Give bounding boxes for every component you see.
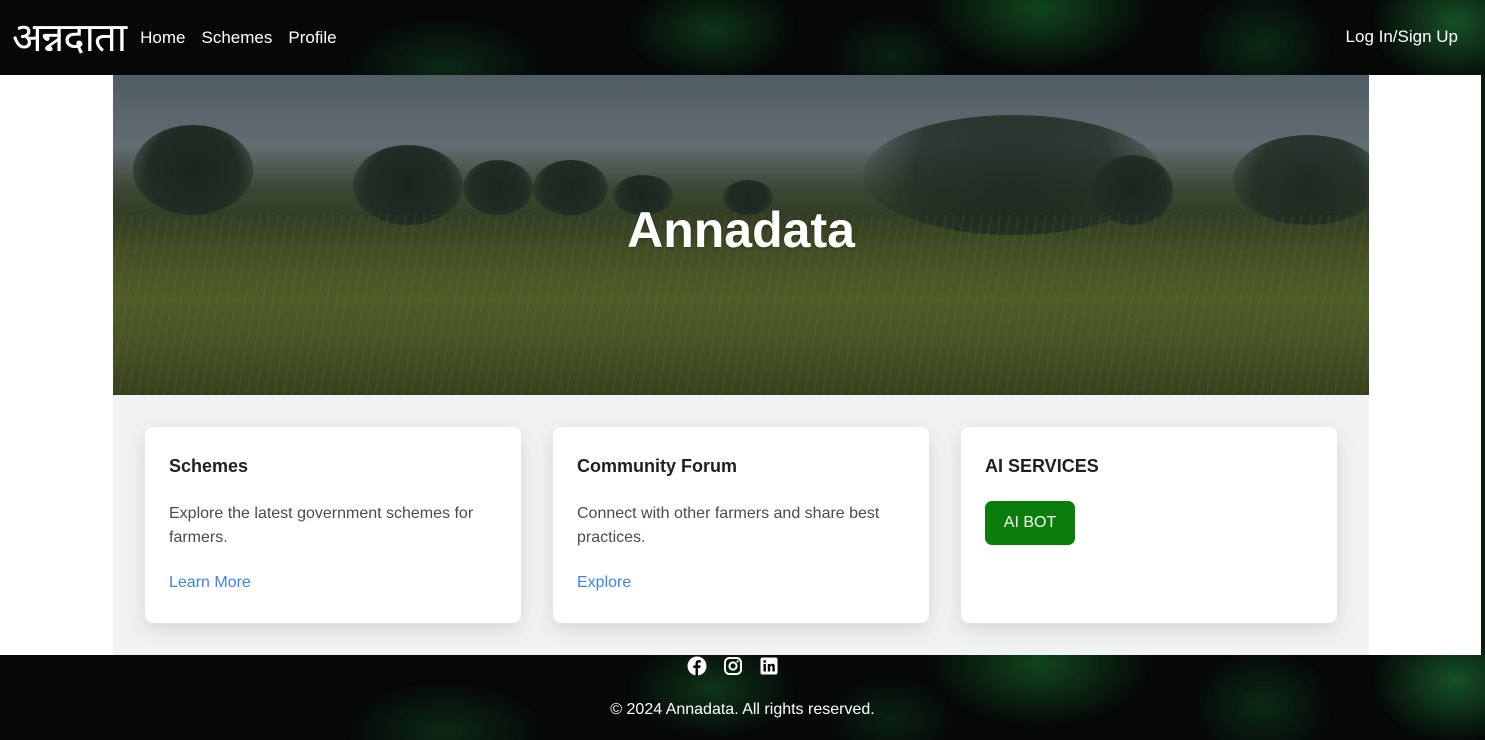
page-margin-left bbox=[0, 75, 113, 655]
community-forum-card: Community Forum Connect with other farme… bbox=[553, 427, 929, 623]
site-logo[interactable]: अन्नदाता bbox=[12, 18, 127, 58]
hero-banner: Annadata bbox=[113, 75, 1369, 395]
card-description: Connect with other farmers and share bes… bbox=[577, 505, 880, 546]
ai-services-card: AI SERVICES AI BOT bbox=[961, 427, 1337, 623]
card-title: Community Forum bbox=[577, 456, 737, 476]
linkedin-icon[interactable] bbox=[759, 656, 779, 676]
card-description: Explore the latest government schemes fo… bbox=[169, 505, 474, 546]
learn-more-link[interactable]: Learn More bbox=[169, 574, 497, 592]
hero-title: Annadata bbox=[627, 202, 855, 258]
nav-home[interactable]: Home bbox=[140, 28, 185, 48]
schemes-card: Schemes Explore the latest government sc… bbox=[145, 427, 521, 623]
ai-bot-button[interactable]: AI BOT bbox=[985, 501, 1075, 545]
page-edge bbox=[1481, 75, 1485, 655]
site-header: अन्नदाता Home Schemes Profile Log In/Sig… bbox=[0, 0, 1485, 75]
copyright-text: © 2024 Annadata. All rights reserved. bbox=[610, 701, 875, 718]
explore-link[interactable]: Explore bbox=[577, 574, 905, 592]
instagram-icon[interactable] bbox=[723, 656, 743, 676]
card-title: Schemes bbox=[169, 456, 249, 476]
nav-profile[interactable]: Profile bbox=[288, 28, 336, 48]
site-footer: © 2024 Annadata. All rights reserved. bbox=[0, 655, 1485, 740]
card-title: AI SERVICES bbox=[985, 456, 1099, 476]
main-nav: Home Schemes Profile bbox=[140, 28, 352, 48]
nav-schemes[interactable]: Schemes bbox=[201, 28, 272, 48]
facebook-icon[interactable] bbox=[687, 656, 707, 676]
page-margin-right bbox=[1369, 75, 1481, 655]
features-section: Schemes Explore the latest government sc… bbox=[113, 395, 1369, 655]
login-signup-link[interactable]: Log In/Sign Up bbox=[1346, 27, 1458, 47]
social-links bbox=[687, 656, 779, 676]
